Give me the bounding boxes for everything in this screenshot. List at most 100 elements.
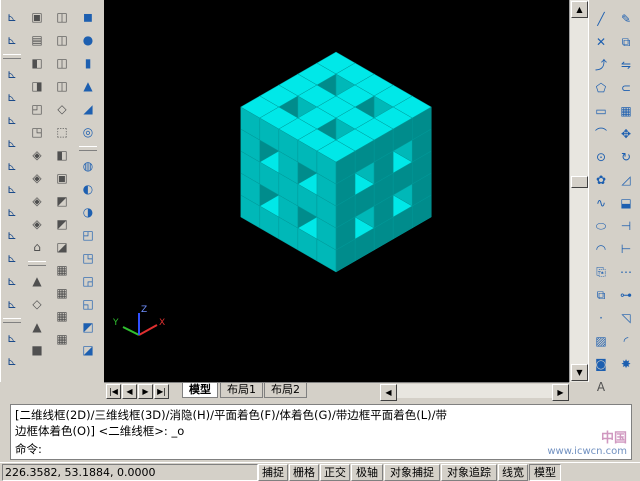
make-block-icon[interactable]: ⧉	[591, 285, 611, 305]
cylinder3d-icon[interactable]: ▮	[78, 53, 98, 73]
ucs-apply-icon[interactable]: ⊾	[2, 294, 22, 314]
extrude-faces-icon[interactable]: ◰	[78, 225, 98, 245]
ucs-zaxis-icon[interactable]: ⊾	[2, 179, 22, 199]
tab-layout1[interactable]: 布局1	[220, 383, 263, 398]
torus3d-icon[interactable]: ◎	[78, 122, 98, 142]
sphere3d-icon[interactable]: ●	[78, 30, 98, 50]
command-window[interactable]: [二维线框(2D)/三维线框(3D)/消隐(H)/平面着色(F)/体着色(G)/…	[10, 404, 632, 460]
union-icon[interactable]: ◍	[78, 156, 98, 176]
hatch-icon[interactable]: ▨	[591, 331, 611, 351]
horizontal-scrollbar[interactable]: ◀ ▶	[380, 384, 569, 401]
rectangle-icon[interactable]: ▭	[591, 101, 611, 121]
ucs-object-icon[interactable]: ⊾	[2, 87, 22, 107]
light-icon[interactable]: ▲	[27, 317, 47, 337]
interfere-icon[interactable]: ◪	[52, 237, 72, 257]
right-view-icon[interactable]: ◨	[27, 76, 47, 96]
snap-toggle[interactable]: 捕捉	[258, 464, 288, 481]
lineweight-toggle[interactable]: 线宽	[498, 464, 528, 481]
cone3d-icon[interactable]: ▲	[78, 76, 98, 96]
cone-icon[interactable]: ◫	[52, 76, 72, 96]
box3d-icon[interactable]: ◼	[78, 7, 98, 27]
drawing-canvas[interactable]: X Y Z	[104, 0, 569, 382]
cylinder-icon[interactable]: ◫	[52, 53, 72, 73]
mirror-icon[interactable]: ⇋	[616, 55, 636, 75]
next-tab-icon[interactable]: ▶	[138, 384, 153, 399]
ucs-z-icon[interactable]: ⊾	[2, 271, 22, 291]
ucs-y-icon[interactable]: ⊾	[2, 248, 22, 268]
scroll-up-icon[interactable]: ▲	[571, 1, 588, 18]
render-icon[interactable]: ◇	[27, 294, 47, 314]
extend-icon[interactable]: ⊢	[616, 239, 636, 259]
box-icon[interactable]: ◫	[52, 7, 72, 27]
grid-toggle[interactable]: 栅格	[289, 464, 319, 481]
line-icon[interactable]: ╱	[591, 9, 611, 29]
torus-icon[interactable]: ⬚	[52, 122, 72, 142]
nw-iso-icon[interactable]: ◈	[27, 214, 47, 234]
slice-icon[interactable]: ◩	[52, 214, 72, 234]
setup-profile-icon[interactable]: ▦	[52, 306, 72, 326]
ucs-face-icon[interactable]: ⊾	[2, 110, 22, 130]
offset-faces-icon[interactable]: ◲	[78, 271, 98, 291]
left-view-icon[interactable]: ◧	[27, 53, 47, 73]
scale-icon[interactable]: ◿	[616, 170, 636, 190]
ellipse-icon[interactable]: ⬭	[591, 216, 611, 236]
se-iso-icon[interactable]: ◈	[27, 168, 47, 188]
setup-view-icon[interactable]: ▦	[52, 283, 72, 303]
ellipse-arc-icon[interactable]: ◠	[591, 239, 611, 259]
erase-icon[interactable]: ✎	[616, 9, 636, 29]
coordinate-readout[interactable]: 226.3582, 53.1884, 0.0000	[2, 464, 258, 481]
break-icon[interactable]: ⋯	[616, 262, 636, 282]
hide-icon[interactable]: ▲	[27, 271, 47, 291]
sw-iso-icon[interactable]: ◈	[27, 145, 47, 165]
front-view-icon[interactable]: ◰	[27, 99, 47, 119]
mtext-icon[interactable]: A	[591, 377, 611, 397]
chamfer-icon[interactable]: ◹	[616, 308, 636, 328]
ucs-view-icon[interactable]: ⊾	[2, 133, 22, 153]
ucs-named-icon[interactable]: ⊾	[2, 328, 22, 348]
offset-icon[interactable]: ⊂	[616, 78, 636, 98]
wedge-icon[interactable]: ◇	[52, 99, 72, 119]
top-view-icon[interactable]: ▣	[27, 7, 47, 27]
spline-icon[interactable]: ∿	[591, 193, 611, 213]
back-view-icon[interactable]: ◳	[27, 122, 47, 142]
tab-model[interactable]: 模型	[182, 383, 218, 398]
sphere-icon[interactable]: ◫	[52, 30, 72, 50]
extrude-icon[interactable]: ◧	[52, 145, 72, 165]
prev-tab-icon[interactable]: ◀	[122, 384, 137, 399]
scroll-left-icon[interactable]: ◀	[380, 384, 397, 401]
first-tab-icon[interactable]: |◀	[106, 384, 121, 399]
revcloud-icon[interactable]: ✿	[591, 170, 611, 190]
subtract-icon[interactable]: ◐	[78, 179, 98, 199]
array-icon[interactable]: ▦	[616, 101, 636, 121]
move-faces-icon[interactable]: ◳	[78, 248, 98, 268]
ucs-preset-icon[interactable]: ⊾	[2, 351, 22, 371]
camera-icon[interactable]: ⌂	[27, 237, 47, 257]
copy-icon[interactable]: ⧉	[616, 32, 636, 52]
osnap-toggle[interactable]: 对象捕捉	[384, 464, 440, 481]
ucs-previous-icon[interactable]: ⊾	[2, 30, 22, 50]
tab-layout2[interactable]: 布局2	[264, 383, 307, 398]
rotate-faces-icon[interactable]: ◩	[78, 317, 98, 337]
construction-line-icon[interactable]: ✕	[591, 32, 611, 52]
bottom-view-icon[interactable]: ▤	[27, 30, 47, 50]
solid-edit-icon[interactable]: ▦	[52, 329, 72, 349]
setup-drawing-icon[interactable]: ▦	[52, 260, 72, 280]
section-icon[interactable]: ◩	[52, 191, 72, 211]
scroll-down-icon[interactable]: ▼	[571, 364, 588, 381]
ucs-icon[interactable]: ⊾	[2, 7, 22, 27]
polyline-icon[interactable]: ⤴	[591, 55, 611, 75]
fillet-icon[interactable]: ◜	[616, 331, 636, 351]
wedge3d-icon[interactable]: ◢	[78, 99, 98, 119]
ne-iso-icon[interactable]: ◈	[27, 191, 47, 211]
trim-icon[interactable]: ⊣	[616, 216, 636, 236]
scene-icon[interactable]: ■	[27, 340, 47, 360]
stretch-icon[interactable]: ⬓	[616, 193, 636, 213]
ortho-toggle[interactable]: 正交	[320, 464, 350, 481]
taper-faces-icon[interactable]: ◪	[78, 340, 98, 360]
ucs-world-icon[interactable]: ⊾	[2, 64, 22, 84]
region-icon[interactable]: ◙	[591, 354, 611, 374]
insert-block-icon[interactable]: ⎘	[591, 262, 611, 282]
polar-toggle[interactable]: 极轴	[351, 464, 383, 481]
last-tab-icon[interactable]: ▶|	[154, 384, 169, 399]
move-icon[interactable]: ✥	[616, 124, 636, 144]
